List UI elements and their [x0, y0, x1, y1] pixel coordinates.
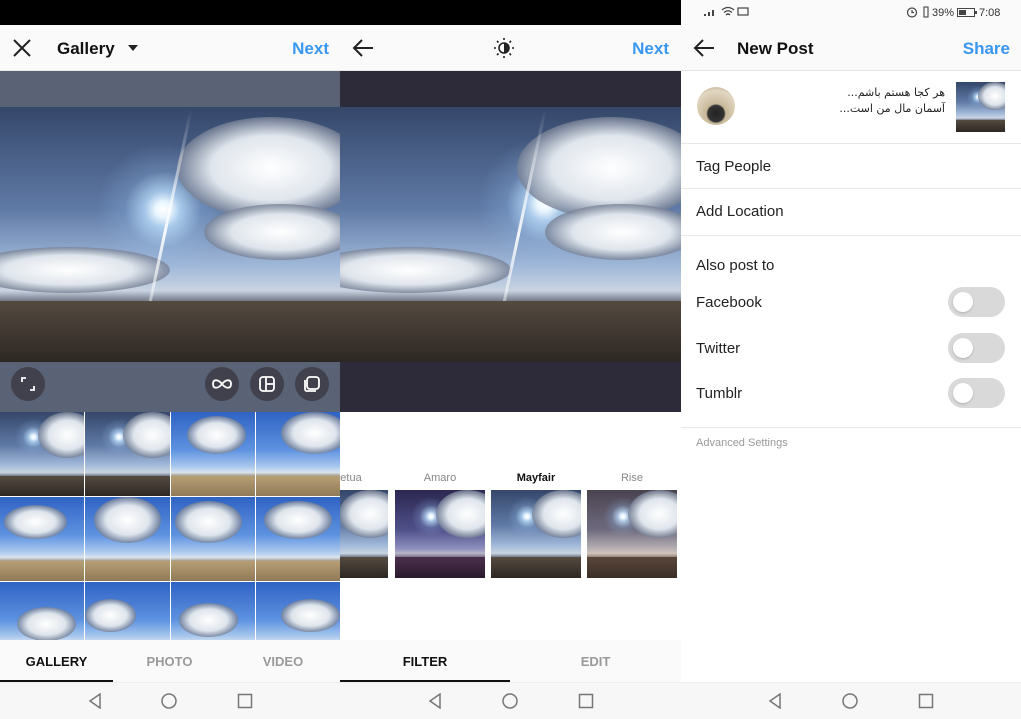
home-circle-icon[interactable]	[842, 693, 858, 709]
gallery-thumbnail-grid	[0, 412, 340, 666]
layout-button[interactable]	[250, 367, 284, 401]
new-post-screen: 39% 7:08 New Post Share هر کجا هستم باشم…	[681, 0, 1021, 719]
facebook-toggle[interactable]	[948, 287, 1005, 317]
signal-icon	[704, 10, 714, 16]
close-icon[interactable]	[12, 38, 32, 58]
filter-label[interactable]: Amaro	[394, 472, 486, 484]
toggle-knob	[953, 292, 973, 312]
gallery-thumbnail[interactable]	[85, 412, 170, 496]
back-triangle-icon[interactable]	[87, 693, 103, 709]
advanced-settings-link[interactable]: Advanced Settings	[696, 437, 788, 449]
filter-header: Next	[340, 25, 681, 71]
filter-label[interactable]: Mayfair	[490, 472, 582, 484]
home-circle-icon[interactable]	[502, 693, 518, 709]
recents-square-icon[interactable]	[918, 693, 934, 709]
twitter-toggle[interactable]	[948, 333, 1005, 363]
chevron-down-icon[interactable]	[128, 45, 138, 51]
alarm-icon	[906, 7, 918, 18]
preview-image	[0, 107, 340, 362]
add-location-row[interactable]: Add Location	[681, 189, 1021, 236]
add-location-label: Add Location	[696, 203, 784, 220]
tab-gallery[interactable]: GALLERY	[0, 654, 113, 669]
preview-image	[340, 107, 681, 362]
filtered-photo-preview	[340, 71, 681, 412]
android-nav-bar	[340, 682, 681, 719]
gallery-thumbnail[interactable]	[0, 497, 85, 581]
gallery-thumbnail[interactable]	[85, 497, 170, 581]
clock: 7:08	[979, 7, 1001, 19]
multi-select-icon	[304, 376, 320, 392]
wifi-icon	[721, 6, 735, 16]
brightness-icon[interactable]	[493, 37, 515, 59]
gallery-thumbnail[interactable]	[255, 412, 340, 496]
gallery-thumbnail[interactable]	[0, 412, 85, 496]
gallery-thumbnail[interactable]	[170, 412, 255, 496]
battery-icon	[957, 8, 977, 17]
home-circle-icon[interactable]	[161, 693, 177, 709]
recents-square-icon[interactable]	[237, 693, 253, 709]
filter-thumbnail[interactable]	[491, 490, 581, 578]
expand-button[interactable]	[11, 367, 45, 401]
share-button[interactable]: Share	[963, 39, 1010, 59]
tab-filter[interactable]: FILTER	[340, 654, 510, 669]
tab-edit[interactable]: EDIT	[510, 654, 681, 669]
back-triangle-icon[interactable]	[767, 693, 783, 709]
recents-square-icon[interactable]	[578, 693, 594, 709]
gallery-screen: Gallery Next GALLERY PHOTO VIDEO	[0, 0, 340, 719]
share-targets-section: Also post to Facebook Twitter Tumblr	[681, 236, 1021, 428]
gallery-header: Gallery Next	[0, 25, 340, 71]
caption-line: آسمان مال من است...	[839, 102, 945, 115]
next-button[interactable]: Next	[292, 39, 329, 59]
post-thumbnail	[956, 82, 1005, 132]
gallery-thumbnail[interactable]	[170, 497, 255, 581]
page-title: New Post	[737, 39, 814, 58]
layout-icon	[259, 376, 275, 392]
filter-screen: Next etua Amaro Mayfair Rise FILTER EDIT	[340, 0, 681, 719]
android-nav-bar	[0, 682, 340, 719]
vibrate-icon	[923, 6, 929, 18]
filter-thumbnail[interactable]	[587, 490, 677, 578]
filter-thumbnail[interactable]	[395, 490, 485, 578]
gallery-title[interactable]: Gallery	[57, 39, 115, 59]
toggle-knob	[953, 383, 973, 403]
caption-line: هر کجا هستم باشم...	[847, 86, 945, 99]
caption-text[interactable]: هر کجا هستم باشم... آسمان مال من است...	[839, 85, 945, 117]
caption-row: هر کجا هستم باشم... آسمان مال من است...	[681, 71, 1021, 144]
toggle-knob	[953, 338, 973, 358]
photo-preview[interactable]	[0, 71, 340, 412]
tab-photo[interactable]: PHOTO	[113, 654, 226, 669]
filter-strip: etua Amaro Mayfair Rise	[340, 412, 681, 640]
gallery-thumbnail[interactable]	[255, 497, 340, 581]
filter-label[interactable]: Rise	[586, 472, 678, 484]
tumblr-toggle[interactable]	[948, 378, 1005, 408]
multi-select-button[interactable]	[295, 367, 329, 401]
new-post-header: New Post Share	[681, 25, 1021, 71]
boomerang-button[interactable]	[205, 367, 239, 401]
tab-video[interactable]: VIDEO	[226, 654, 340, 669]
back-arrow-icon[interactable]	[352, 38, 374, 58]
boomerang-icon	[212, 379, 232, 389]
status-bar: 39% 7:08	[681, 0, 1021, 25]
status-bar-blank	[340, 0, 681, 25]
battery-percent: 39%	[932, 7, 955, 19]
expand-icon	[21, 377, 35, 391]
filter-label[interactable]: etua	[340, 472, 397, 484]
section-heading: Also post to	[696, 257, 775, 274]
next-button[interactable]: Next	[632, 39, 669, 59]
filter-tab-bar: FILTER EDIT	[340, 640, 681, 682]
tag-people-row[interactable]: Tag People	[681, 144, 1021, 189]
gallery-tab-bar: GALLERY PHOTO VIDEO	[0, 640, 340, 682]
filter-thumbnail[interactable]	[340, 490, 388, 578]
tumblr-label: Tumblr	[696, 385, 743, 402]
twitter-label: Twitter	[696, 340, 741, 357]
status-bar-blank	[0, 0, 340, 25]
screen-cast-icon	[737, 7, 749, 16]
android-nav-bar	[681, 682, 1021, 719]
back-arrow-icon[interactable]	[693, 38, 715, 58]
back-triangle-icon[interactable]	[427, 693, 443, 709]
tag-people-label: Tag People	[696, 158, 772, 175]
avatar	[697, 87, 735, 125]
facebook-label: Facebook	[696, 294, 762, 311]
